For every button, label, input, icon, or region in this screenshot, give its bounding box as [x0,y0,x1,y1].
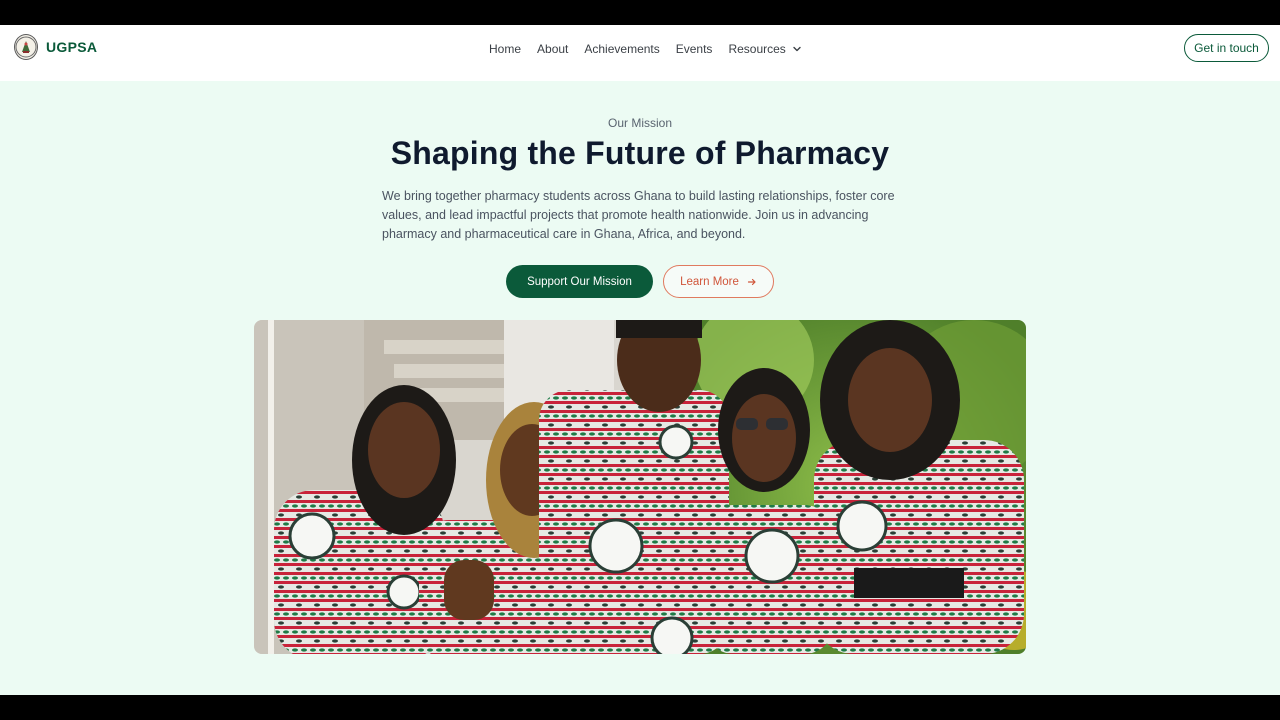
nav-link-events[interactable]: Events [676,42,713,56]
learn-more-button[interactable]: Learn More [663,265,774,298]
hero-eyebrow: Our Mission [607,116,672,130]
get-in-touch-button[interactable]: Get in touch [1184,34,1269,62]
letterbox-bottom [0,695,1280,720]
ugpsa-crest-icon [14,34,38,60]
hero-description: We bring together pharmacy students acro… [382,189,895,241]
nav-resources-label: Resources [728,42,786,56]
nav-dropdown-resources[interactable]: Resources [728,42,801,56]
brand[interactable]: UGPSA [14,34,97,60]
learn-more-label: Learn More [680,275,739,288]
navbar: UGPSA Home About Achievements Events Res… [0,25,1280,81]
landing-page: UGPSA Home About Achievements Events Res… [0,25,1280,695]
group-photo-illustration [254,320,1026,654]
nav-link-home[interactable]: Home [489,42,521,56]
brand-name: UGPSA [46,39,98,55]
arrow-right-icon [747,278,756,285]
primary-nav: Home About Achievements Events Resources [489,42,802,56]
hero-title: Shaping the Future of Pharmacy [390,135,890,171]
letterbox-top [0,0,1280,25]
chevron-down-icon [793,46,801,52]
support-mission-button[interactable]: Support Our Mission [506,265,653,298]
nav-link-achievements[interactable]: Achievements [584,42,659,56]
nav-link-about[interactable]: About [537,42,568,56]
hero-group-photo [254,320,1026,654]
